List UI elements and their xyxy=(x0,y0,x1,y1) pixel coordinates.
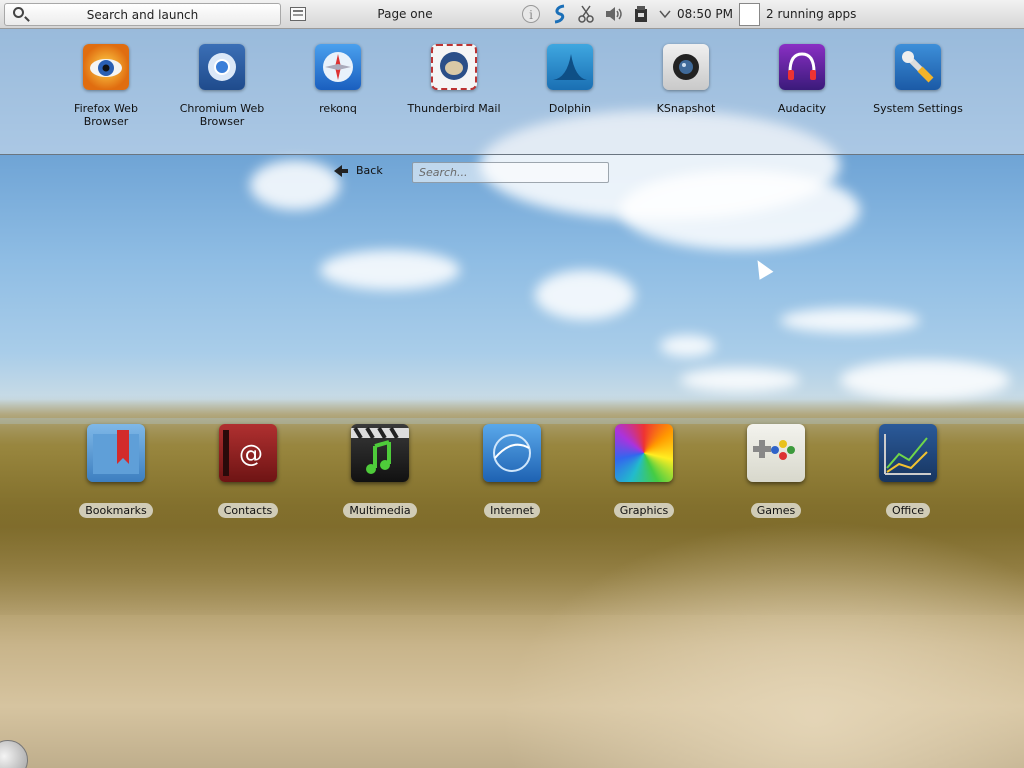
office-icon xyxy=(879,424,937,482)
back-arrow-icon xyxy=(334,164,348,177)
pager-icon[interactable] xyxy=(290,7,306,21)
category-internet[interactable]: Internet xyxy=(457,424,567,518)
games-icon xyxy=(747,424,805,482)
favorite-ksnapshot[interactable]: KSnapshot xyxy=(631,44,741,115)
category-label: Office xyxy=(885,503,931,518)
category-label: Contacts xyxy=(217,503,279,518)
dropdown-arrow-icon[interactable] xyxy=(657,3,673,25)
favorite-dolphin[interactable]: Dolphin xyxy=(515,44,625,115)
favorite-label: Audacity xyxy=(777,102,827,115)
category-multimedia[interactable]: Multimedia xyxy=(325,424,435,518)
favorite-label: Chromium Web Browser xyxy=(179,102,265,128)
category-label: Graphics xyxy=(613,503,675,518)
mouse-cursor xyxy=(750,256,774,280)
running-apps-icon[interactable] xyxy=(739,3,760,26)
dolphin-icon xyxy=(547,44,593,90)
favorite-label: rekonq xyxy=(319,102,357,115)
svg-text:@: @ xyxy=(239,440,263,468)
top-panel: Search and launch Page one i 08:50 PM 2 … xyxy=(0,0,1024,29)
thunderbird-icon xyxy=(431,44,477,90)
multimedia-icon xyxy=(351,424,409,482)
bookmarks-icon xyxy=(87,424,145,482)
back-button[interactable]: Back xyxy=(334,164,383,177)
chromium-icon xyxy=(199,44,245,90)
network-manager-icon[interactable] xyxy=(549,3,571,25)
favorite-label: KSnapshot xyxy=(656,102,716,115)
category-label: Multimedia xyxy=(343,503,417,518)
category-label: Bookmarks xyxy=(79,503,153,518)
category-bookmarks[interactable]: Bookmarks xyxy=(61,424,171,518)
search-input[interactable]: Search... xyxy=(412,162,609,183)
favorite-system-settings[interactable]: System Settings xyxy=(863,44,973,115)
system-settings-icon xyxy=(895,44,941,90)
favorite-label: Dolphin xyxy=(548,102,592,115)
clock[interactable]: 08:50 PM xyxy=(677,7,733,21)
graphics-icon xyxy=(615,424,673,482)
ksnapshot-icon xyxy=(663,44,709,90)
back-label: Back xyxy=(356,164,383,177)
favorite-audacity[interactable]: Audacity xyxy=(747,44,857,115)
category-office[interactable]: Office xyxy=(853,424,963,518)
running-apps-label[interactable]: 2 running apps xyxy=(766,7,856,21)
plasma-toolbox-button[interactable] xyxy=(0,740,28,768)
search-and-launch-button[interactable]: Search and launch xyxy=(4,3,281,26)
category-label: Internet xyxy=(484,503,540,518)
favorite-label: System Settings xyxy=(873,102,963,115)
svg-text:i: i xyxy=(529,8,533,22)
favorite-label: Firefox Web Browser xyxy=(74,102,138,128)
category-contacts[interactable]: @ Contacts xyxy=(193,424,303,518)
page-label[interactable]: Page one xyxy=(360,7,450,21)
favorite-chromium[interactable]: Chromium Web Browser xyxy=(167,44,277,128)
search-and-launch-label: Search and launch xyxy=(86,8,199,22)
volume-icon[interactable] xyxy=(602,3,626,25)
contacts-icon: @ xyxy=(219,424,277,482)
favorite-label: Thunderbird Mail xyxy=(407,102,501,115)
audacity-icon xyxy=(779,44,825,90)
device-notifier-icon[interactable] xyxy=(630,3,652,25)
category-graphics[interactable]: Graphics xyxy=(589,424,699,518)
info-icon[interactable]: i xyxy=(520,3,542,25)
favorite-rekonq[interactable]: rekonq xyxy=(283,44,393,115)
favorite-thunderbird[interactable]: Thunderbird Mail xyxy=(399,44,509,115)
category-label: Games xyxy=(750,503,802,518)
category-games[interactable]: Games xyxy=(721,424,831,518)
favorite-firefox[interactable]: Firefox Web Browser xyxy=(51,44,161,128)
rekonq-icon xyxy=(315,44,361,90)
internet-icon xyxy=(483,424,541,482)
klipper-icon[interactable] xyxy=(575,3,597,25)
firefox-icon xyxy=(83,44,129,90)
